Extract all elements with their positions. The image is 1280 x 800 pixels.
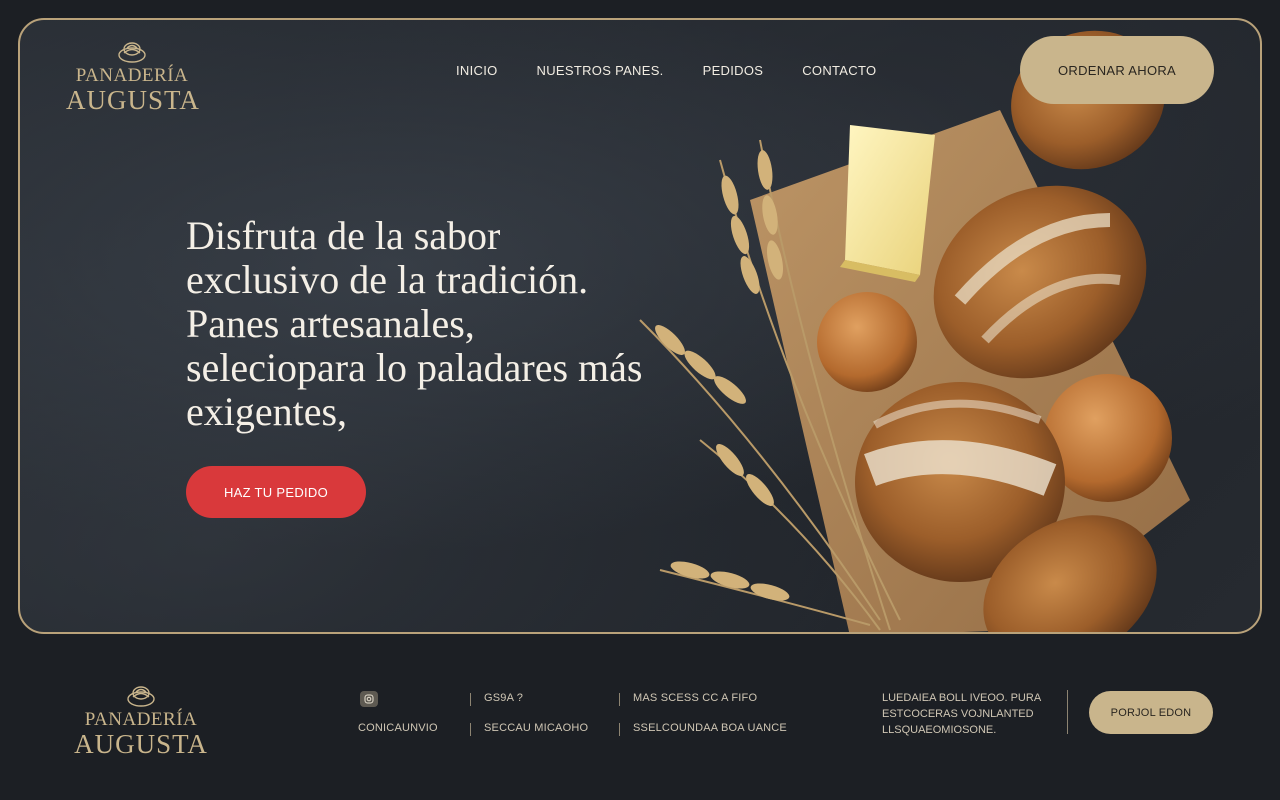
main-nav: INICIO NUESTROS PANES. PEDIDOS CONTACTO [456, 63, 915, 78]
footer-link[interactable]: GS9A ? [484, 692, 523, 704]
footer-brand-logo[interactable]: PANADERÍA AUGUSTA [70, 684, 212, 758]
footer-link[interactable]: SSELCOUNDAA BOA UANCE [633, 722, 787, 734]
footer-link[interactable]: MAS SCESS CC A FIFO [633, 692, 757, 704]
bread-logo-icon [127, 686, 155, 707]
place-order-button[interactable]: HAZ TU PEDIDO [186, 466, 366, 518]
brand-logo[interactable]: PANADERÍA AUGUSTA [66, 40, 200, 115]
order-now-button[interactable]: ORDENAR AHORA [1020, 36, 1214, 104]
footer-description: LUEDAIEA BOLL IVEOO. PURA ESTCOCERAS VOJ… [882, 692, 1041, 736]
footer-link[interactable]: CONICAUNVIO [358, 722, 438, 734]
bread-logo-icon [118, 42, 146, 63]
footer: PANADERÍA AUGUSTA GS9A ? MAS SCESS CC A … [0, 636, 1280, 800]
nav-inicio[interactable]: INICIO [456, 63, 498, 78]
brand-name-line1: PANADERÍA [75, 65, 189, 86]
nav-nuestros-panes[interactable]: NUESTROS PANES. [537, 63, 664, 78]
footer-divider [470, 693, 471, 706]
footer-brand-line1: PANADERÍA [84, 709, 198, 730]
nav-pedidos[interactable]: PEDIDOS [703, 63, 764, 78]
footer-link[interactable]: SECCAU MICAOHO [484, 722, 588, 734]
footer-vertical-divider [1067, 690, 1068, 734]
bread-artwork [639, 30, 1190, 632]
hero-section: PANADERÍA AUGUSTA INICIO NUESTROS PANES.… [18, 18, 1262, 634]
instagram-icon[interactable] [360, 691, 378, 707]
footer-divider [470, 723, 471, 736]
footer-divider [619, 693, 620, 706]
brand-name-line2: AUGUSTA [66, 85, 200, 115]
footer-divider [619, 723, 620, 736]
footer-order-button[interactable]: PORJOL EDON [1089, 691, 1213, 734]
hero-headline: Disfruta de la sabor exclusivo de la tra… [186, 213, 643, 434]
nav-contacto[interactable]: CONTACTO [802, 63, 876, 78]
footer-brand-line2: AUGUSTA [74, 729, 208, 759]
